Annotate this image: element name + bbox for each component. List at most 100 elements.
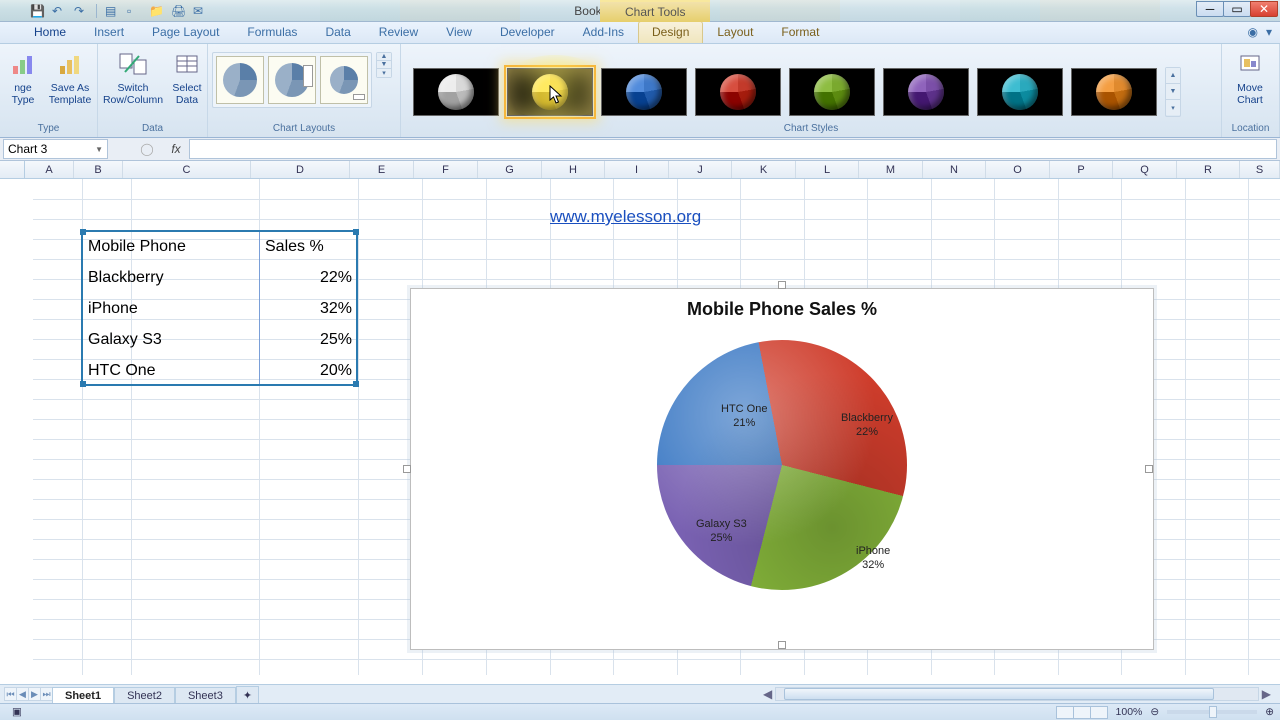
tab-page-layout[interactable]: Page Layout xyxy=(138,21,233,43)
record-macro-icon[interactable]: ▣ xyxy=(12,706,22,718)
sheet-tab-2[interactable]: Sheet2 xyxy=(114,687,175,704)
column-header-J[interactable]: J xyxy=(669,161,732,178)
layout-option-2[interactable] xyxy=(268,56,316,104)
switch-row-column-button[interactable]: Switch Row/Column xyxy=(102,46,164,108)
chart-style-6[interactable] xyxy=(883,68,969,116)
maximize-button[interactable]: ▭ xyxy=(1223,1,1251,17)
sheet-tab-1[interactable]: Sheet1 xyxy=(52,687,114,704)
tab-format[interactable]: Format xyxy=(767,21,833,43)
layouts-more-button[interactable]: ▾ xyxy=(377,69,391,77)
chart-style-5[interactable] xyxy=(789,68,875,116)
data-label[interactable]: Blackberry22% xyxy=(841,411,893,440)
column-header-H[interactable]: H xyxy=(542,161,605,178)
column-header-R[interactable]: R xyxy=(1177,161,1240,178)
open-icon[interactable]: 📁 xyxy=(149,4,163,18)
redo-icon[interactable]: ↷ xyxy=(74,4,88,18)
chart-style-8[interactable] xyxy=(1071,68,1157,116)
ribbon-design: nge Type Save As Template Type Switch Ro… xyxy=(0,44,1280,138)
new-icon[interactable]: ▫ xyxy=(127,4,141,18)
tab-design[interactable]: Design xyxy=(638,21,703,43)
column-header-G[interactable]: G xyxy=(478,161,542,178)
styles-more-button[interactable]: ▾ xyxy=(1166,100,1180,115)
hscroll-left-icon[interactable]: ◀ xyxy=(760,687,775,701)
help-icon[interactable]: ◉ xyxy=(1247,25,1257,39)
data-label[interactable]: Galaxy S325% xyxy=(696,517,747,546)
save-as-template-button[interactable]: Save As Template xyxy=(46,46,94,108)
select-data-button[interactable]: Select Data xyxy=(168,46,206,108)
layouts-scroll-down[interactable]: ▼ xyxy=(377,61,391,69)
sheet-tab-bar: ⏮ ◀ ▶ ⏭ Sheet1 Sheet2 Sheet3 ✦ ◀ ▶ xyxy=(0,684,1280,703)
column-header-N[interactable]: N xyxy=(923,161,986,178)
chart-style-7[interactable] xyxy=(977,68,1063,116)
zoom-in-button[interactable]: ⊕ xyxy=(1265,706,1274,718)
name-box[interactable]: Chart 3 ▼ xyxy=(3,139,108,159)
zoom-level[interactable]: 100% xyxy=(1116,706,1143,718)
move-chart-button[interactable]: Move Chart xyxy=(1226,46,1274,108)
tab-developer[interactable]: Developer xyxy=(486,21,569,43)
layouts-scroll-up[interactable]: ▲ xyxy=(377,53,391,61)
layout-option-3[interactable] xyxy=(320,56,368,104)
zoom-slider[interactable] xyxy=(1167,710,1257,714)
column-header-I[interactable]: I xyxy=(605,161,669,178)
column-header-E[interactable]: E xyxy=(350,161,414,178)
column-header-F[interactable]: F xyxy=(414,161,478,178)
insert-sheet-button[interactable]: ✦ xyxy=(236,686,259,704)
chart-title[interactable]: Mobile Phone Sales % xyxy=(411,289,1153,320)
chevron-down-icon[interactable]: ▼ xyxy=(95,145,103,154)
select-all-corner[interactable] xyxy=(0,161,25,178)
column-header-K[interactable]: K xyxy=(732,161,796,178)
formula-input[interactable] xyxy=(189,139,1277,159)
insert-function-icon[interactable]: fx xyxy=(167,140,185,158)
column-header-D[interactable]: D xyxy=(251,161,350,178)
tab-home[interactable]: Home xyxy=(20,21,80,43)
column-header-O[interactable]: O xyxy=(986,161,1050,178)
tab-review[interactable]: Review xyxy=(365,21,432,43)
tab-data[interactable]: Data xyxy=(311,21,364,43)
selection-range xyxy=(81,230,358,386)
tab-add-ins[interactable]: Add-Ins xyxy=(569,21,638,43)
tab-formulas[interactable]: Formulas xyxy=(233,21,311,43)
change-chart-type-button[interactable]: nge Type xyxy=(4,46,42,108)
minimize-ribbon-icon[interactable]: ▾ xyxy=(1266,25,1272,39)
chart-style-3[interactable] xyxy=(601,68,687,116)
layout-option-1[interactable] xyxy=(216,56,264,104)
sheet-tab-3[interactable]: Sheet3 xyxy=(175,687,236,704)
tab-layout[interactable]: Layout xyxy=(703,21,767,43)
column-header-A[interactable]: A xyxy=(25,161,74,178)
column-header-C[interactable]: C xyxy=(123,161,251,178)
chart-tools-contextual-tab: Chart Tools xyxy=(600,0,710,22)
horizontal-scrollbar[interactable] xyxy=(775,687,1259,701)
tab-insert[interactable]: Insert xyxy=(80,21,138,43)
chart-layouts-gallery[interactable] xyxy=(212,52,372,108)
undo-icon[interactable]: ↶ xyxy=(52,4,66,18)
quick-print-icon[interactable]: 🖨 xyxy=(171,4,185,18)
page-break-view-button[interactable] xyxy=(1090,706,1108,719)
hyperlink-cell[interactable]: www.myelesson.org xyxy=(550,207,701,227)
column-header-S[interactable]: S xyxy=(1240,161,1280,178)
hscroll-right-icon[interactable]: ▶ xyxy=(1259,687,1274,701)
column-header-P[interactable]: P xyxy=(1050,161,1113,178)
embedded-chart[interactable]: Mobile Phone Sales % Blackberry22% iPhone3… xyxy=(410,288,1154,650)
data-label[interactable]: iPhone32% xyxy=(856,544,890,573)
column-header-L[interactable]: L xyxy=(796,161,859,178)
zoom-out-button[interactable]: ⊖ xyxy=(1150,706,1159,718)
tab-view[interactable]: View xyxy=(432,21,486,43)
chart-style-1[interactable] xyxy=(413,68,499,116)
column-header-B[interactable]: B xyxy=(74,161,123,178)
cancel-formula-icon[interactable]: ◯ xyxy=(138,140,156,158)
styles-scroll-down[interactable]: ▼ xyxy=(1166,84,1180,100)
styles-scroll-up[interactable]: ▲ xyxy=(1166,68,1180,84)
close-button[interactable]: ✕ xyxy=(1250,1,1278,17)
data-label[interactable]: HTC One21% xyxy=(721,402,767,431)
column-header-Q[interactable]: Q xyxy=(1113,161,1177,178)
save-icon[interactable]: 💾 xyxy=(30,4,44,18)
email-icon[interactable]: ✉ xyxy=(193,4,207,18)
page-layout-view-button[interactable] xyxy=(1073,706,1091,719)
minimize-button[interactable]: ─ xyxy=(1196,1,1224,17)
worksheet-grid[interactable]: www.myelesson.orgMobile PhoneSales %Blac… xyxy=(0,179,1280,675)
column-header-M[interactable]: M xyxy=(859,161,923,178)
chart-style-4[interactable] xyxy=(695,68,781,116)
chart-style-2[interactable] xyxy=(507,68,593,116)
print-preview-icon[interactable]: ▤ xyxy=(105,4,119,18)
normal-view-button[interactable] xyxy=(1056,706,1074,719)
